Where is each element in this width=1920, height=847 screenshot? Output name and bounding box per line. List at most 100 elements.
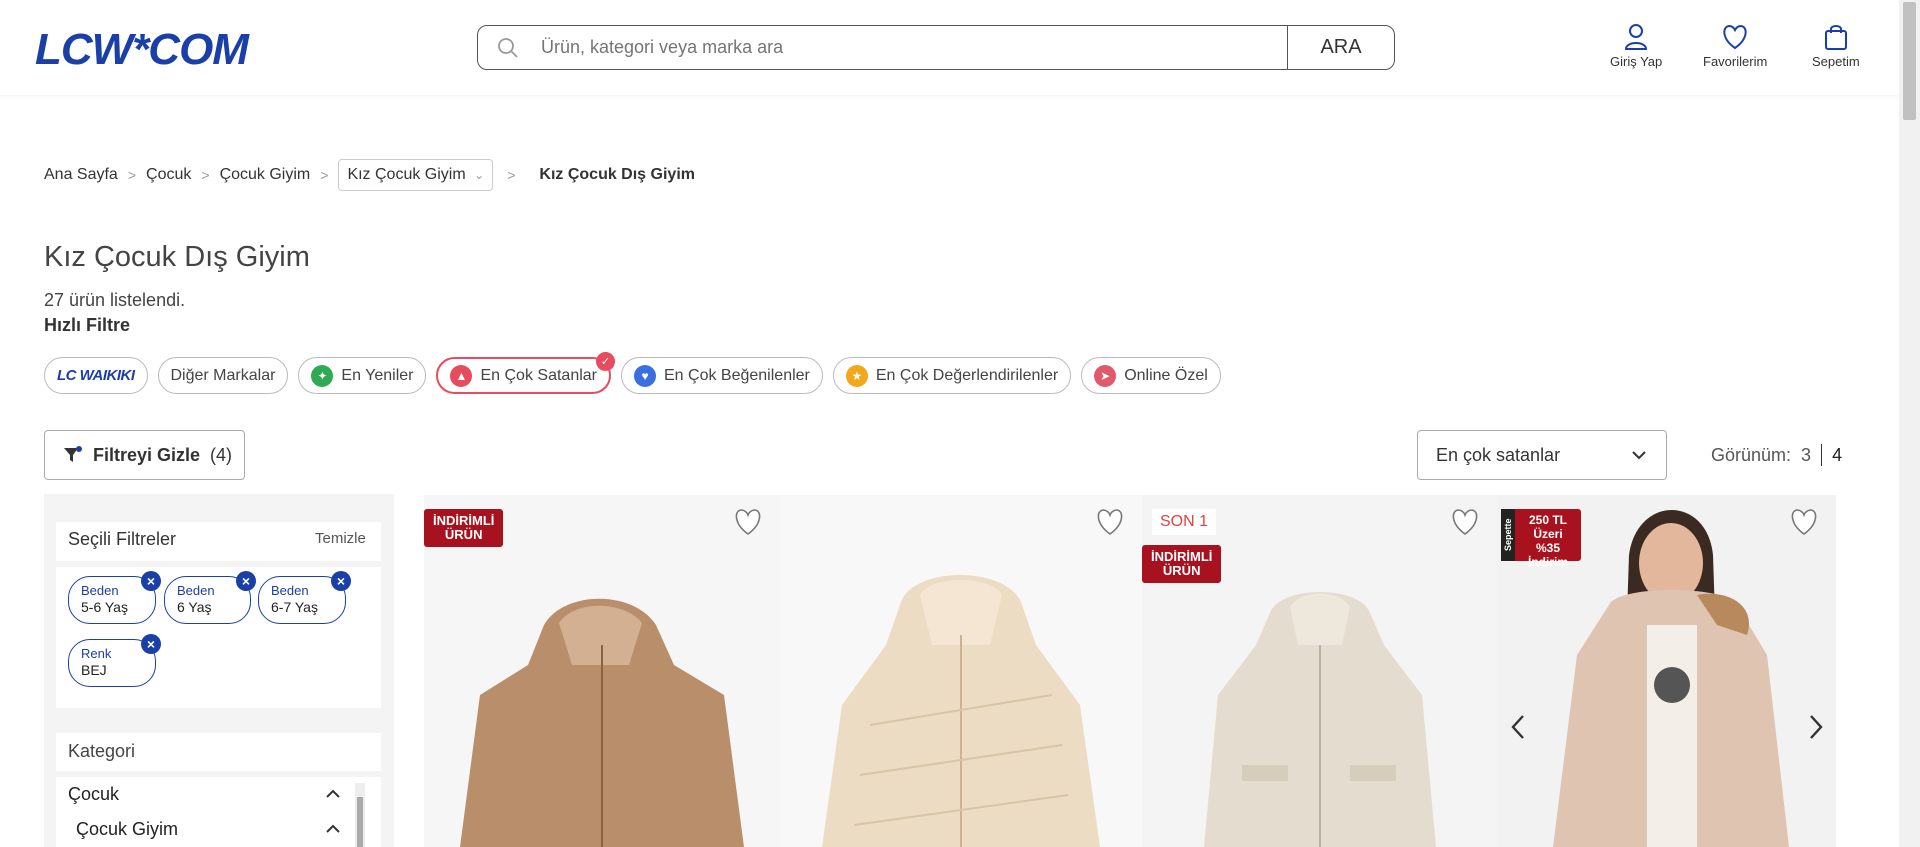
search-input[interactable] bbox=[541, 26, 1241, 69]
chip-newest[interactable]: ✦ En Yeniler bbox=[298, 357, 427, 394]
breadcrumb-home[interactable]: Ana Sayfa bbox=[44, 166, 118, 184]
chip-label: En Çok Satanlar bbox=[480, 366, 597, 384]
chip-lcw[interactable]: LC WAIKIKI bbox=[44, 357, 148, 394]
close-icon[interactable]: × bbox=[236, 571, 256, 591]
filter-tag-size-6-7[interactable]: Beden 6-7 Yaş × bbox=[258, 571, 351, 624]
filter-tag-color-bej[interactable]: Renk BEJ × bbox=[68, 634, 161, 687]
badge-line: ÜRÜN bbox=[444, 527, 483, 542]
filter-tag-key: Beden bbox=[271, 583, 309, 598]
quick-filter-chips: LC WAIKIKI Diğer Markalar ✦ En Yeniler ▲… bbox=[44, 352, 1231, 394]
chip-label: Online Özel bbox=[1124, 366, 1208, 384]
selected-filters-title: Seçili Filtreler bbox=[68, 529, 177, 549]
filter-tag-size-6[interactable]: Beden 6 Yaş × bbox=[164, 571, 256, 624]
badge-line: İNDİRİMLİ bbox=[433, 513, 495, 528]
filter-tag-value: BEJ bbox=[81, 662, 107, 678]
chip-top-rated[interactable]: ★ En Çok Değerlendirilenler bbox=[832, 357, 1072, 394]
discount-badge: İNDİRİMLİ ÜRÜN bbox=[1142, 545, 1222, 583]
product-card-2[interactable] bbox=[780, 495, 1142, 847]
filter-tag-key: Beden bbox=[81, 583, 119, 598]
filter-tag-key: Renk bbox=[81, 646, 112, 661]
close-icon[interactable]: × bbox=[331, 571, 351, 591]
discount-badge: İNDİRİMLİ ÜRÜN bbox=[424, 509, 504, 547]
sort-selected-value: En çok satanlar bbox=[1436, 444, 1561, 465]
filter-tag-value: 5-6 Yaş bbox=[81, 599, 128, 615]
lcw-logo[interactable]: LCW*COM bbox=[35, 25, 249, 75]
chevron-up-icon[interactable] bbox=[325, 787, 341, 801]
search-button[interactable]: ARA bbox=[1287, 26, 1394, 69]
chevron-down-icon: ⌄ bbox=[474, 168, 485, 182]
filter-tag-value: 6-7 Yaş bbox=[271, 599, 318, 615]
clear-filters-button[interactable]: Temizle bbox=[315, 530, 366, 547]
breadcrumb-cocuk-giyim[interactable]: Çocuk Giyim bbox=[220, 166, 311, 184]
category-item-cocuk[interactable]: Çocuk bbox=[68, 784, 119, 805]
promo-side-label: Sepette bbox=[1501, 509, 1515, 561]
chevron-right-icon: > bbox=[201, 167, 210, 183]
product-count: 27 ürün listelendi. bbox=[44, 290, 186, 310]
scrollbar-thumb[interactable] bbox=[1903, 2, 1916, 120]
chip-label: Diğer Markalar bbox=[170, 366, 276, 384]
favorites-link[interactable]: Favorilerim bbox=[1703, 23, 1767, 69]
chip-other-brands[interactable]: Diğer Markalar bbox=[157, 357, 289, 394]
chevron-right-icon[interactable] bbox=[1807, 713, 1825, 741]
chevron-up-icon[interactable] bbox=[325, 822, 341, 836]
cart-label: Sepetim bbox=[1812, 54, 1860, 69]
product-image-fur-jacket[interactable] bbox=[424, 495, 780, 847]
breadcrumb: Ana Sayfa > Çocuk > Çocuk Giyim > Kız Ço… bbox=[44, 159, 695, 191]
breadcrumb-kiz-cocuk-giyim-select[interactable]: Kız Çocuk Giyim ⌄ bbox=[338, 159, 494, 191]
badge-line: ÜRÜN bbox=[1162, 563, 1201, 578]
cart-link[interactable]: Sepetim bbox=[1812, 23, 1860, 69]
close-icon[interactable]: × bbox=[141, 634, 161, 654]
promo-line: %35 İndirim bbox=[1527, 541, 1568, 569]
breadcrumb-select-label: Kız Çocuk Giyim bbox=[347, 166, 466, 183]
badge-line: İNDİRİMLİ bbox=[1151, 549, 1213, 564]
star-icon: ★ bbox=[845, 364, 868, 387]
search-bar: ARA bbox=[477, 25, 1395, 70]
chip-best-sellers[interactable]: ▲ En Çok Satanlar ✓ bbox=[436, 352, 615, 394]
chip-most-liked[interactable]: ♥ En Çok Beğenilenler bbox=[621, 357, 823, 394]
hide-filter-label: Filtreyi Gizle bbox=[93, 444, 201, 465]
new-badge-icon: ✦ bbox=[311, 364, 334, 387]
close-icon[interactable]: × bbox=[141, 571, 161, 591]
promo-text: 250 TL Üzeri %35 İndirim bbox=[1517, 513, 1579, 569]
product-card-4[interactable]: Sepette 250 TL Üzeri %35 İndirim bbox=[1497, 495, 1836, 847]
view-option-3[interactable]: 3 bbox=[1801, 445, 1811, 466]
page-scrollbar[interactable] bbox=[1899, 0, 1920, 847]
promo-line: Üzeri bbox=[1533, 527, 1563, 541]
last-item-badge: SON 1 bbox=[1152, 509, 1217, 535]
quick-filter-title: Hızlı Filtre bbox=[44, 315, 131, 335]
product-image-puffer-coat[interactable] bbox=[780, 495, 1142, 847]
sort-dropdown[interactable]: En çok satanlar bbox=[1417, 430, 1667, 480]
view-option-4[interactable]: 4 bbox=[1832, 445, 1842, 466]
heart-icon[interactable] bbox=[1788, 507, 1820, 537]
view-divider bbox=[1821, 444, 1823, 466]
product-card-3[interactable]: SON 1 İNDİRİMLİ ÜRÜN bbox=[1142, 495, 1497, 847]
category-item-cocuk-giyim[interactable]: Çocuk Giyim bbox=[76, 819, 178, 840]
chevron-right-icon: > bbox=[507, 167, 516, 183]
heart-icon[interactable] bbox=[732, 507, 764, 537]
fire-icon: ▲ bbox=[450, 364, 473, 387]
heart-icon[interactable] bbox=[1449, 507, 1481, 537]
login-link[interactable]: Giriş Yap bbox=[1610, 23, 1662, 69]
cursor-icon: ➤ bbox=[1094, 364, 1117, 387]
chevron-right-icon: > bbox=[320, 167, 329, 183]
divider bbox=[56, 561, 381, 567]
lcw-brand-logo: LC WAIKIKI bbox=[57, 367, 135, 384]
product-card-1[interactable]: İNDİRİMLİ ÜRÜN bbox=[424, 495, 780, 847]
filter-tag-key: Beden bbox=[177, 583, 215, 598]
filter-tag-size-5-6[interactable]: Beden 5-6 Yaş × bbox=[68, 571, 161, 624]
login-label: Giriş Yap bbox=[1610, 54, 1663, 69]
category-scrollbar[interactable] bbox=[355, 783, 365, 847]
chevron-down-icon bbox=[1632, 451, 1646, 460]
chevron-right-icon: > bbox=[127, 167, 137, 183]
hide-filter-button[interactable]: Filtreyi Gizle (4) bbox=[44, 430, 245, 480]
category-title: Kategori bbox=[68, 741, 136, 761]
chevron-left-icon[interactable] bbox=[1509, 713, 1527, 741]
breadcrumb-cocuk[interactable]: Çocuk bbox=[146, 166, 191, 184]
chip-online-special[interactable]: ➤ Online Özel bbox=[1081, 357, 1221, 394]
heart-icon[interactable] bbox=[1094, 507, 1126, 537]
breadcrumb-current: Kız Çocuk Dış Giyim bbox=[539, 166, 695, 183]
category-scrollbar-thumb[interactable] bbox=[357, 797, 363, 847]
search-icon bbox=[498, 38, 518, 58]
chip-label: En Yeniler bbox=[341, 366, 414, 384]
favorites-label: Favorilerim bbox=[1703, 54, 1768, 69]
